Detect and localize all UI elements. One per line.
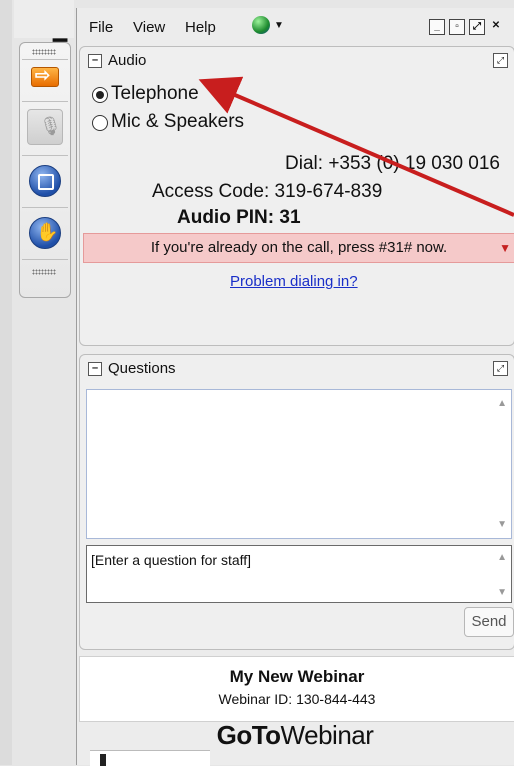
question-input[interactable]: [Enter a question for staff] ▲ ▼ bbox=[86, 545, 512, 603]
toolbar-divider bbox=[22, 259, 68, 260]
toolbar-divider bbox=[22, 155, 68, 156]
telephone-label[interactable]: Telephone bbox=[111, 83, 199, 105]
toolbar-divider bbox=[22, 59, 68, 60]
raise-hand-icon[interactable]: ✋ bbox=[29, 217, 61, 249]
mic-speakers-label[interactable]: Mic & Speakers bbox=[111, 111, 244, 133]
scroll-up-icon[interactable]: ▲ bbox=[497, 398, 507, 409]
control-panel-window: File View Help ▼ _ ▫ ⤢ ✕ – Audio ⤢ Telep… bbox=[76, 8, 514, 765]
collapse-icon[interactable]: – bbox=[88, 362, 102, 376]
audio-header: – Audio ⤢ bbox=[80, 47, 514, 73]
brand-part2: Webinar bbox=[280, 720, 374, 750]
menu-help[interactable]: Help bbox=[185, 19, 216, 36]
audio-pin: Audio PIN: 31 bbox=[177, 207, 301, 228]
arrow-icon[interactable] bbox=[31, 65, 59, 87]
grip-handle-bottom[interactable] bbox=[32, 269, 56, 275]
audio-title: Audio bbox=[108, 52, 147, 69]
maximize-icon[interactable]: ▫ bbox=[449, 19, 465, 35]
webinar-info: My New Webinar Webinar ID: 130-844-443 bbox=[79, 656, 514, 722]
send-button[interactable]: Send bbox=[464, 607, 514, 637]
grip-handle-top[interactable] bbox=[32, 49, 56, 55]
access-code: Access Code: 319-674-839 bbox=[152, 181, 383, 202]
popout-icon[interactable]: ⤢ bbox=[493, 53, 508, 68]
mic-speakers-radio[interactable] bbox=[92, 115, 108, 131]
popout-icon[interactable]: ⤢ bbox=[469, 19, 485, 35]
collapse-control-icon[interactable]: ▁ bbox=[52, 22, 68, 42]
brand-part1: GoTo bbox=[216, 720, 281, 750]
questions-panel: – Questions ⤢ ▲ ▼ [Enter a question for … bbox=[79, 354, 514, 650]
gotowebinar-logo: GoToWebinar bbox=[77, 720, 513, 751]
telephone-radio[interactable] bbox=[92, 87, 108, 103]
question-placeholder: [Enter a question for staff] bbox=[91, 552, 252, 568]
toolbar-divider bbox=[22, 101, 68, 102]
menu-file[interactable]: File bbox=[89, 19, 113, 36]
close-icon[interactable]: ✕ bbox=[489, 19, 503, 33]
webinar-id: Webinar ID: 130-844-443 bbox=[218, 691, 376, 707]
questions-title: Questions bbox=[108, 360, 176, 377]
chevron-down-icon[interactable]: ▼ bbox=[499, 234, 511, 262]
collapse-icon[interactable]: – bbox=[88, 54, 102, 68]
warning-text: If you're already on the call, press #31… bbox=[150, 239, 448, 256]
menu-bar: File View Help ▼ _ ▫ ⤢ ✕ bbox=[77, 8, 514, 44]
questions-log[interactable]: ▲ ▼ bbox=[86, 389, 512, 539]
problem-dialing-link[interactable]: Problem dialing in? bbox=[230, 273, 358, 290]
popout-icon[interactable]: ⤢ bbox=[493, 361, 508, 376]
warning-banner: If you're already on the call, press #31… bbox=[83, 233, 514, 263]
webinar-title: My New Webinar bbox=[229, 667, 365, 686]
toolbar-divider bbox=[22, 207, 68, 208]
left-edge bbox=[0, 0, 12, 765]
chevron-down-icon[interactable]: ▼ bbox=[274, 20, 284, 31]
control-toolbar: 🎙 ✋ bbox=[19, 42, 71, 298]
dial-number: Dial: +353 (0) 19 030 016 bbox=[285, 153, 500, 174]
questions-header: – Questions ⤢ bbox=[80, 355, 514, 381]
menu-view[interactable]: View bbox=[133, 19, 165, 36]
globe-icon[interactable] bbox=[252, 16, 270, 34]
scroll-down-icon[interactable]: ▼ bbox=[497, 519, 507, 530]
taskbar-fragment bbox=[90, 750, 210, 766]
audio-panel: – Audio ⤢ Telephone Mic & Speakers Dial:… bbox=[79, 46, 514, 346]
scroll-down-icon[interactable]: ▼ bbox=[497, 587, 507, 598]
microphone-icon[interactable]: 🎙 bbox=[27, 109, 63, 145]
minimize-icon[interactable]: _ bbox=[429, 19, 445, 35]
screen-icon[interactable] bbox=[29, 165, 61, 197]
scroll-up-icon[interactable]: ▲ bbox=[497, 552, 507, 563]
